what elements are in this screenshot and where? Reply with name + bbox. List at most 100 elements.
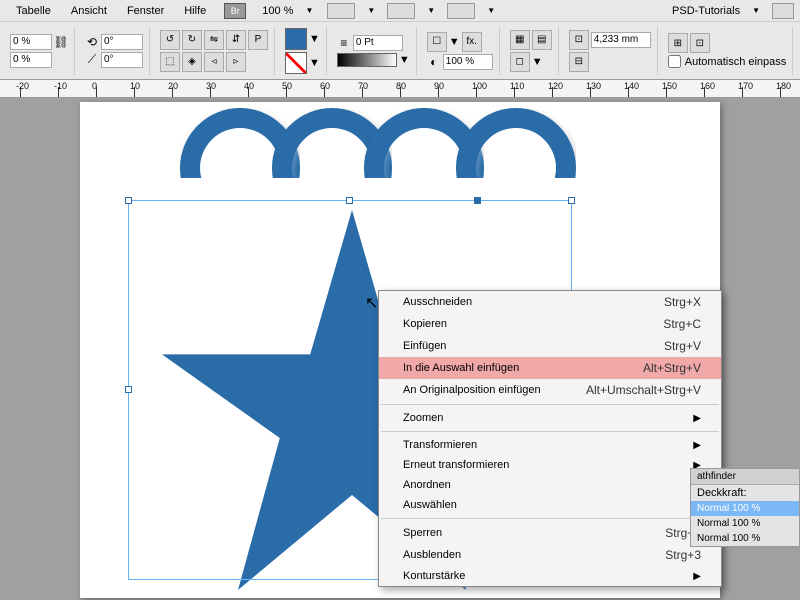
link-icon[interactable]: ⛓ xyxy=(54,35,68,49)
flip-h-icon[interactable]: ⇋ xyxy=(204,30,224,50)
fit-frame-icon[interactable]: ⊡ xyxy=(690,33,710,53)
view-options-icon[interactable] xyxy=(327,3,355,19)
menu-item[interactable]: KopierenStrg+C xyxy=(379,313,721,335)
autofit-checkbox[interactable] xyxy=(668,55,681,68)
text-wrap-icon[interactable]: ▦ xyxy=(510,30,530,50)
layer-row[interactable]: Normal 100 % xyxy=(691,501,799,516)
p-icon[interactable]: P xyxy=(248,30,268,50)
workspace-dropdown-icon[interactable]: ▼ xyxy=(748,6,764,15)
dropdown-icon[interactable]: ▼ xyxy=(423,6,439,15)
scale-x-input[interactable] xyxy=(10,34,52,50)
menu-ansicht[interactable]: Ansicht xyxy=(61,5,117,17)
stroke-swatch[interactable] xyxy=(285,52,307,74)
ruler-tick: 60 xyxy=(320,81,330,91)
menu-item[interactable]: AusschneidenStrg+X xyxy=(379,291,721,313)
panel-tab[interactable]: athfinder xyxy=(691,469,799,485)
arrange-icon[interactable] xyxy=(447,3,475,19)
dropdown-icon[interactable]: ▼ xyxy=(363,6,379,15)
ruler-tick: -20 xyxy=(16,81,29,91)
stroke-weight-input[interactable] xyxy=(353,35,403,51)
dropdown-icon[interactable]: ▼ xyxy=(483,6,499,15)
rotate-cw-icon[interactable]: ↻ xyxy=(182,30,202,50)
menu-item[interactable]: EinfügenStrg+V xyxy=(379,335,721,357)
ruler-tick: -10 xyxy=(54,81,67,91)
effects-icon[interactable]: ☐ xyxy=(427,32,447,52)
bridge-icon[interactable]: Br xyxy=(224,3,246,19)
menu-item[interactable]: SperrenStrg+L xyxy=(379,522,721,544)
ruler-tick: 40 xyxy=(244,81,254,91)
menu-tabelle[interactable]: Tabelle xyxy=(6,5,61,17)
dropdown-icon[interactable]: ▼ xyxy=(449,36,460,48)
frame-fit-2-icon[interactable]: ⊟ xyxy=(569,52,589,72)
menu-bar: Tabelle Ansicht Fenster Hilfe Br 100 % ▼… xyxy=(0,0,800,22)
workspace-label[interactable]: PSD-Tutorials xyxy=(664,5,748,17)
fx-button[interactable]: fx. xyxy=(462,32,482,52)
dropdown-icon[interactable]: ▼ xyxy=(399,54,410,66)
menu-item-label: Sperren xyxy=(403,527,442,539)
layer-row[interactable]: Normal 100 % xyxy=(691,516,799,531)
menu-item[interactable]: AusblendenStrg+3 xyxy=(379,544,721,566)
fill-swatch[interactable] xyxy=(285,28,307,50)
handle-icon[interactable] xyxy=(568,197,575,204)
menu-item-label: An Originalposition einfügen xyxy=(403,384,541,396)
submenu-arrow-icon: ▶ xyxy=(693,440,701,451)
ruler-tick: 160 xyxy=(700,81,715,91)
menu-item-label: Konturstärke xyxy=(403,570,465,582)
stroke-weight-icon: ≡ xyxy=(337,36,351,50)
dropdown-icon[interactable]: ▼ xyxy=(309,57,320,69)
shortcut-label: Strg+3 xyxy=(665,548,701,562)
menu-item[interactable]: Transformieren▶ xyxy=(379,435,721,455)
menu-item[interactable]: Erneut transformieren▶ xyxy=(379,455,721,475)
options-bar: ⛓ ⟲ ⟋ ↺ ↻ ⇋ ⇵ P ⬚ ◈ ◃ ▹ ▼ ▼ ≡ ▼ ☐▼fx. ◐ … xyxy=(0,22,800,80)
ruler-tick: 100 xyxy=(472,81,487,91)
submenu-arrow-icon: ▶ xyxy=(693,571,701,582)
menu-item[interactable]: Konturstärke ▶ xyxy=(379,566,721,586)
stroke-style[interactable] xyxy=(337,53,397,67)
flip-v-icon[interactable]: ⇵ xyxy=(226,30,246,50)
menu-hilfe[interactable]: Hilfe xyxy=(174,5,216,17)
width-input[interactable] xyxy=(591,32,651,48)
menu-item[interactable]: An Originalposition einfügen Alt+Umschalt… xyxy=(379,379,721,401)
ruler-tick: 110 xyxy=(510,81,524,91)
dropdown-icon[interactable]: ▼ xyxy=(309,33,320,45)
select-next-icon[interactable]: ▹ xyxy=(226,52,246,72)
handle-icon[interactable] xyxy=(346,197,353,204)
rotate-ccw-icon[interactable]: ↺ xyxy=(160,30,180,50)
anchor-point-icon[interactable] xyxy=(474,197,481,204)
zoom-level[interactable]: 100 % xyxy=(254,5,301,17)
frame-fit-icon[interactable]: ⊡ xyxy=(569,30,589,50)
handle-icon[interactable] xyxy=(125,386,132,393)
scale-y-input[interactable] xyxy=(10,52,52,68)
select-container-icon[interactable]: ⬚ xyxy=(160,52,180,72)
search-icon[interactable] xyxy=(772,3,794,19)
text-wrap-2-icon[interactable]: ▤ xyxy=(532,30,552,50)
handle-icon[interactable] xyxy=(125,197,132,204)
screen-mode-icon[interactable] xyxy=(387,3,415,19)
opacity-input[interactable] xyxy=(443,54,493,70)
zoom-dropdown-icon[interactable]: ▼ xyxy=(301,6,317,15)
dropdown-icon[interactable]: ▼ xyxy=(532,56,543,68)
shortcut-label: Strg+V xyxy=(664,339,701,353)
corners-icon[interactable]: ◻ xyxy=(510,52,530,72)
fit-content-icon[interactable]: ⊞ xyxy=(668,33,688,53)
menu-item[interactable]: In die Auswahl einfügenAlt+Strg+V xyxy=(379,357,721,379)
pathfinder-panel[interactable]: athfinder Deckkraft: Normal 100 % Normal… xyxy=(690,468,800,547)
menu-fenster[interactable]: Fenster xyxy=(117,5,174,17)
shear-input[interactable] xyxy=(101,52,143,68)
ruler-tick: 0 xyxy=(92,81,97,91)
rotate-input[interactable] xyxy=(101,34,143,50)
opacity-icon: ◐ xyxy=(427,55,441,69)
shortcut-label: Strg+X xyxy=(664,295,701,309)
select-content-icon[interactable]: ◈ xyxy=(182,52,202,72)
menu-item[interactable]: Zoomen▶ xyxy=(379,408,721,428)
shortcut-label: Alt+Umschalt+Strg+V xyxy=(586,383,701,397)
submenu-arrow-icon: ▶ xyxy=(693,413,701,424)
ruler-horizontal: -20-100102030405060708090100110120130140… xyxy=(0,80,800,98)
layer-row[interactable]: Normal 100 % xyxy=(691,531,799,546)
menu-item[interactable]: Auswählen▶ xyxy=(379,495,721,515)
select-prev-icon[interactable]: ◃ xyxy=(204,52,224,72)
menu-item[interactable]: Anordnen▶ xyxy=(379,475,721,495)
menu-item-label: In die Auswahl einfügen xyxy=(403,362,519,374)
opacity-label: Deckkraft: xyxy=(697,487,747,499)
ruler-tick: 170 xyxy=(738,81,753,91)
